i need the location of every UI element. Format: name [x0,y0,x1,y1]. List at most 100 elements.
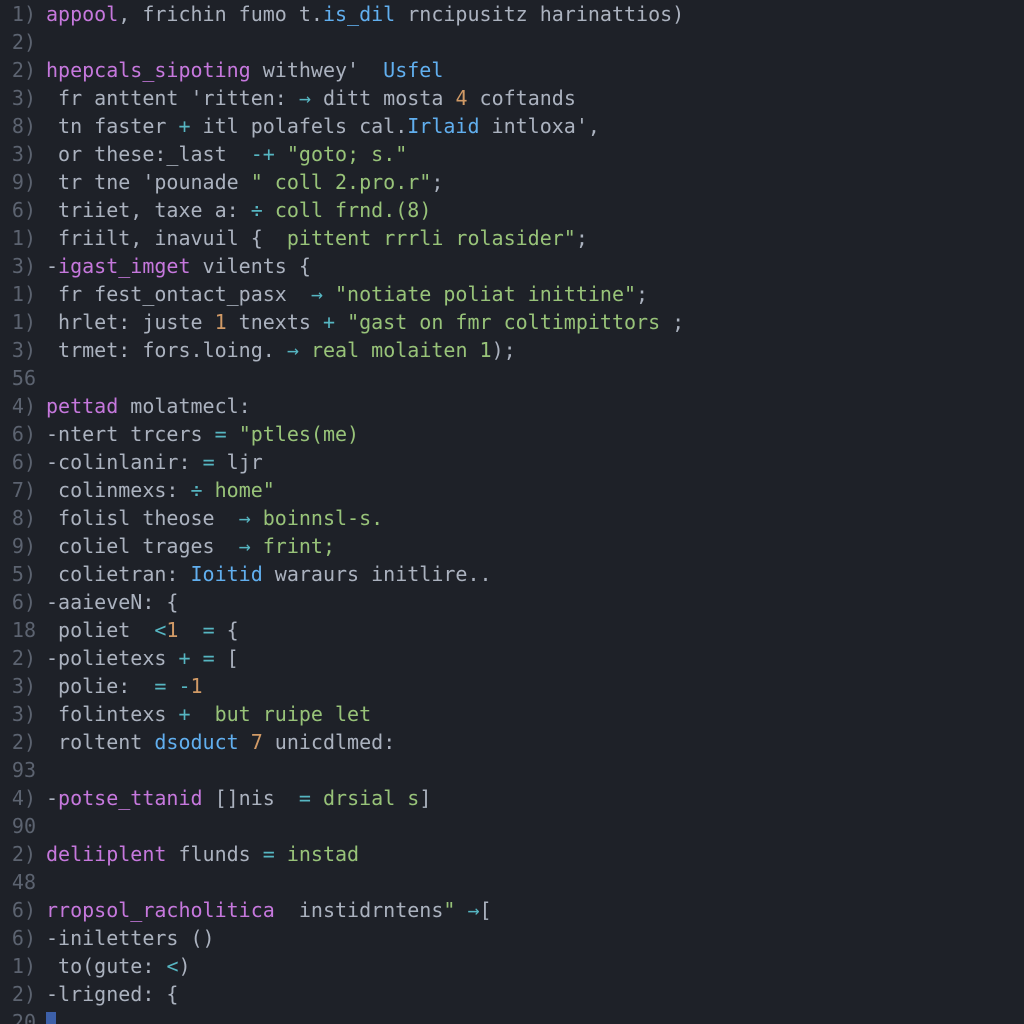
token-pn: ' [347,58,383,82]
token-pn: .. [467,562,491,586]
token-op: = [215,422,227,446]
code-line[interactable]: fr fest_ontact_pasx → "notiate poliat in… [46,280,1024,308]
token-pn: : [166,562,190,586]
token-pn: , [130,226,154,250]
code-line[interactable]: -potse_ttanid []nis = drsial s] [46,784,1024,812]
line-number: 3) [0,84,36,112]
token-pn: [ [215,786,227,810]
token-str: "notiate poliat inittine" [335,282,636,306]
code-line[interactable]: deliiplent flunds = instad [46,840,1024,868]
token-id: tr tne [46,170,142,194]
token-id [203,786,215,810]
token-pn: ; [660,310,684,334]
code-line[interactable]: tr tne 'pounade " coll 2.pro.r"; [46,168,1024,196]
token-pn: ' [191,86,203,110]
token-id: folisl theose [46,506,239,530]
token-id: ntert trcers [58,422,215,446]
token-pn: ( [82,954,94,978]
token-pn: { [227,618,239,642]
token-id: ]nis [227,786,299,810]
line-number: 6) [0,420,36,448]
token-id: waraurs initlire [263,562,468,586]
code-line[interactable]: roltent dsoduct 7 unicdlmed: [46,728,1024,756]
token-id: taxe a [154,198,226,222]
token-id [311,786,323,810]
line-number: 1) [0,308,36,336]
token-id: poliet [46,618,154,642]
token-id: pounade [154,170,250,194]
line-number: 18 [0,616,36,644]
line-number: 6) [0,588,36,616]
code-editor[interactable]: 1)2)2)3)8)3)9)6)1)3)1)1)3)564)6)6)7)8)9)… [0,0,1024,1024]
code-line[interactable]: colinmexs: ÷ home" [46,476,1024,504]
token-str: home" [215,478,275,502]
token-id: fr fest_ontact_pasx [46,282,311,306]
token-id: roltent [46,730,154,754]
code-line[interactable]: -polietexs + = [ [46,644,1024,672]
code-line[interactable]: to(gute: <) [46,952,1024,980]
code-line[interactable]: appool, frichin fumo t.is_dil rncipusitz… [46,0,1024,28]
code-line[interactable]: rropsol_racholitica instidrntens" →[ [46,896,1024,924]
token-id: triiet [46,198,130,222]
token-op: → [467,898,479,922]
code-line[interactable]: -ntert trcers = "ptles(me) [46,420,1024,448]
token-id: gute [94,954,142,978]
token-id: inavuil [154,226,250,250]
code-line[interactable] [46,1008,1024,1024]
token-pn: - [46,786,58,810]
token-id: colinmexs [46,478,166,502]
code-line[interactable]: trmet: fors.loing. → real molaiten 1); [46,336,1024,364]
code-line[interactable]: -colinlanir: = ljr [46,448,1024,476]
code-line[interactable]: hpepcals_sipoting withwey' Usfel [46,56,1024,84]
code-line[interactable]: friilt, inavuil { pittent rrrli rolaside… [46,224,1024,252]
token-str: coll frnd.(8) [275,198,432,222]
token-id: coftands [467,86,575,110]
token-id [323,282,335,306]
token-str: drsial s [323,786,419,810]
code-line[interactable]: polie: = -1 [46,672,1024,700]
code-line[interactable] [46,868,1024,896]
code-line[interactable]: coliel trages → frint; [46,532,1024,560]
code-line[interactable]: folintexs + but ruipe let [46,700,1024,728]
code-line[interactable] [46,756,1024,784]
code-line[interactable]: fr anttent 'ritten: → ditt mosta 4 cofta… [46,84,1024,112]
token-num: 1 [215,310,227,334]
code-line[interactable]: folisl theose → boinnsl-s. [46,504,1024,532]
token-id [191,702,215,726]
code-line[interactable] [46,28,1024,56]
token-id: hrlet [46,310,118,334]
code-line[interactable]: pettad molatmecl: [46,392,1024,420]
token-id [142,674,154,698]
code-area[interactable]: appool, frichin fumo t.is_dil rncipusitz… [46,0,1024,1024]
code-line[interactable] [46,812,1024,840]
token-id [275,842,287,866]
token-str: " [443,898,455,922]
token-op: → [299,86,311,110]
code-line[interactable]: hrlet: juste 1 tnexts + "gast on fmr col… [46,308,1024,336]
code-line[interactable]: triiet, taxe a: ÷ coll frnd.(8) [46,196,1024,224]
code-line[interactable]: -aaieveN: { [46,588,1024,616]
token-fn: Irlaid [407,114,479,138]
token-id: vilents [191,254,299,278]
code-line[interactable]: or these:_last -+ "goto; s." [46,140,1024,168]
token-id [215,618,227,642]
token-id: friilt [46,226,130,250]
code-line[interactable]: poliet <1 = { [46,616,1024,644]
code-line[interactable]: -igast_imget vilents { [46,252,1024,280]
code-line[interactable]: -lrigned: { [46,980,1024,1008]
token-pn: { [251,226,263,250]
token-id [275,142,287,166]
token-id: polietexs [58,646,178,670]
token-pn: [ [227,646,239,670]
code-line[interactable]: -iniletters () [46,924,1024,952]
line-number: 8) [0,504,36,532]
token-id: frichin fumo t [142,2,311,26]
token-pn: . [311,2,323,26]
code-line[interactable]: tn faster + itl polafels cal.Irlaid intl… [46,112,1024,140]
code-line[interactable]: colietran: Ioitid waraurs initlire.. [46,560,1024,588]
line-number: 6) [0,196,36,224]
token-pn: , [118,2,142,26]
code-line[interactable] [46,364,1024,392]
token-str: "ptles(me) [239,422,359,446]
token-pn: : [275,86,299,110]
